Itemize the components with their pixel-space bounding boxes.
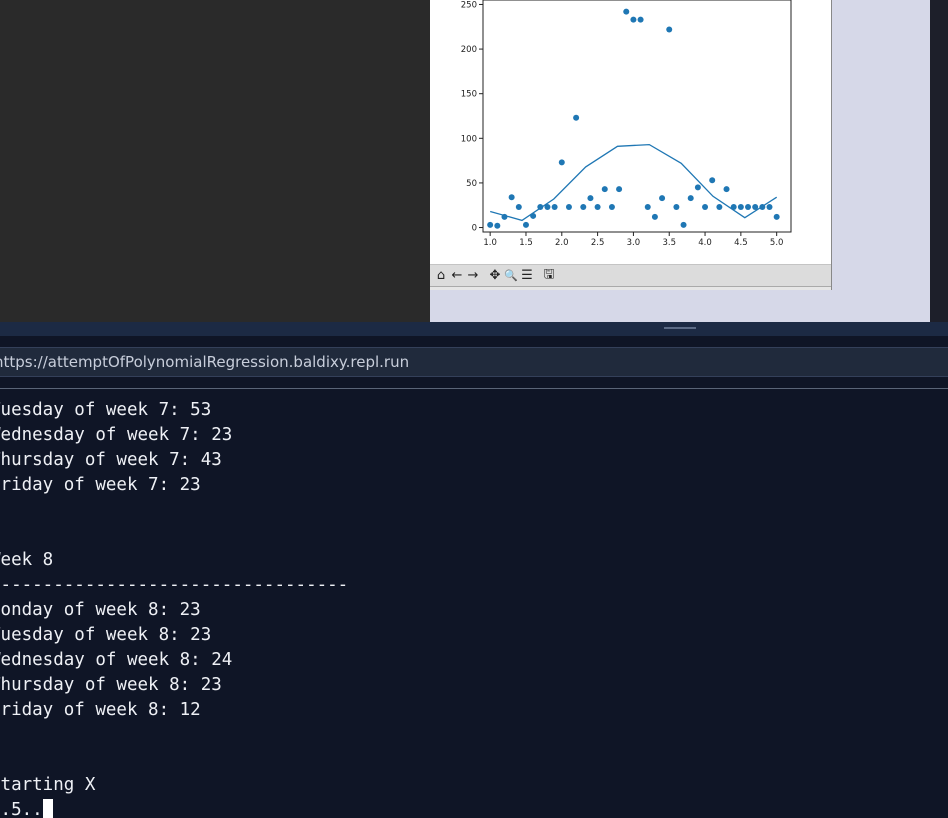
console-line: Week 8 xyxy=(0,550,54,570)
save-icon[interactable]: 🖫 xyxy=(541,267,557,285)
x-tick-label: 1.0 xyxy=(483,238,497,248)
matplotlib-figure-window: 1.0 1.5 2.0 2.5 3.0 3.5 4.0 4.5 5.0 0 50 100 150 200 2… xyxy=(430,0,832,290)
scatter-point xyxy=(623,8,630,15)
scatter-point xyxy=(766,204,773,211)
y-tick-label: 250 xyxy=(461,0,477,10)
console-line: Thursday of week 8: 23 xyxy=(0,675,222,695)
scatter-point xyxy=(666,26,673,33)
scatter-point xyxy=(494,222,501,229)
scatter-point xyxy=(716,204,723,211)
scatter-point xyxy=(694,184,701,191)
scatter-point xyxy=(558,159,565,166)
console-line: Tuesday of week 8: 23 xyxy=(0,625,212,645)
scatter-point xyxy=(737,204,744,211)
console-line: Friday of week 8: 12 xyxy=(0,700,201,720)
scatter-point xyxy=(651,213,658,220)
home-icon[interactable]: ⌂ xyxy=(433,267,449,285)
console-line: ---------------------------------- xyxy=(0,575,349,595)
x-tick-label: 5.0 xyxy=(770,238,784,248)
console-line: Wednesday of week 7: 23 xyxy=(0,425,233,445)
configure-subplots-icon[interactable]: ☰ xyxy=(519,267,535,285)
scatter-point xyxy=(687,195,694,202)
x-tick-label: 3.5 xyxy=(662,238,676,248)
pan-icon[interactable]: ✥ xyxy=(487,267,503,285)
scatter-point xyxy=(616,186,623,193)
scatter-point xyxy=(773,213,780,220)
scatter-point xyxy=(709,177,716,184)
console-line: Monday of week 8: 23 xyxy=(0,600,201,620)
console-output[interactable]: Tuesday of week 7: 53 Wednesday of week … xyxy=(0,398,948,818)
scatter-point xyxy=(587,195,594,202)
scatter-point xyxy=(508,194,515,201)
figure-window-bottom-edge xyxy=(430,286,831,290)
scatter-point xyxy=(594,204,601,211)
y-tick-label: 200 xyxy=(461,45,477,55)
splitter-handle[interactable] xyxy=(664,327,696,329)
pane-splitter[interactable] xyxy=(0,322,948,336)
y-tick-label: 150 xyxy=(461,90,477,100)
axes-frame xyxy=(482,0,792,233)
y-tick-label: 100 xyxy=(461,134,477,144)
x-tick-label: 2.0 xyxy=(555,238,569,248)
x-tick-label: 3.0 xyxy=(627,238,641,248)
console-line: Thursday of week 7: 43 xyxy=(0,450,222,470)
console-line: Tuesday of week 7: 53 xyxy=(0,400,212,420)
console-line: Friday of week 7: 23 xyxy=(0,475,201,495)
scatter-point xyxy=(644,204,651,211)
x-tick-label: 4.5 xyxy=(734,238,748,248)
matplotlib-toolbar: ⌂ ← → ✥ 🔍 ☰ 🖫 xyxy=(430,264,831,286)
console-line: Wednesday of week 8: 24 xyxy=(0,650,233,670)
console-prompt-line[interactable]: 1.5.. xyxy=(0,798,948,818)
scatter-point xyxy=(745,204,752,211)
scatter-point xyxy=(487,221,494,228)
console-line: Starting X xyxy=(0,775,96,795)
scatter-point xyxy=(608,204,615,211)
prompt-text: 1.5.. xyxy=(0,800,43,818)
scatter-point xyxy=(630,16,637,23)
scatter-point xyxy=(601,186,608,193)
y-tick-label: 50 xyxy=(466,179,477,189)
right-edge-strip xyxy=(930,0,948,326)
url-text[interactable]: https://attemptOfPolynomialRegression.ba… xyxy=(0,353,409,371)
x-tick-label: 1.5 xyxy=(519,238,533,248)
scatter-point xyxy=(515,204,522,211)
scatter-plot: 1.0 1.5 2.0 2.5 3.0 3.5 4.0 4.5 5.0 0 50 100 150 200 2… xyxy=(461,0,792,248)
url-bar[interactable]: https://attemptOfPolynomialRegression.ba… xyxy=(0,347,948,377)
scatter-point xyxy=(580,204,587,211)
url-divider xyxy=(0,388,948,389)
x-tick-label: 2.5 xyxy=(591,238,605,248)
y-tick-label: 0 xyxy=(472,224,477,234)
forward-arrow-icon[interactable]: → xyxy=(465,267,481,285)
scatter-point xyxy=(551,204,558,211)
scatter-point xyxy=(522,221,529,228)
scatter-point xyxy=(659,195,666,202)
text-cursor xyxy=(42,799,53,818)
x-tick-label: 4.0 xyxy=(698,238,712,248)
scatter-point xyxy=(637,16,644,23)
back-arrow-icon[interactable]: ← xyxy=(449,267,465,285)
zoom-icon[interactable]: 🔍 xyxy=(503,267,519,285)
scatter-point xyxy=(702,204,709,211)
scatter-point xyxy=(573,114,580,121)
scatter-point xyxy=(723,186,730,193)
scatter-point xyxy=(673,204,680,211)
scatter-point xyxy=(565,204,572,211)
scatter-point xyxy=(680,221,687,228)
